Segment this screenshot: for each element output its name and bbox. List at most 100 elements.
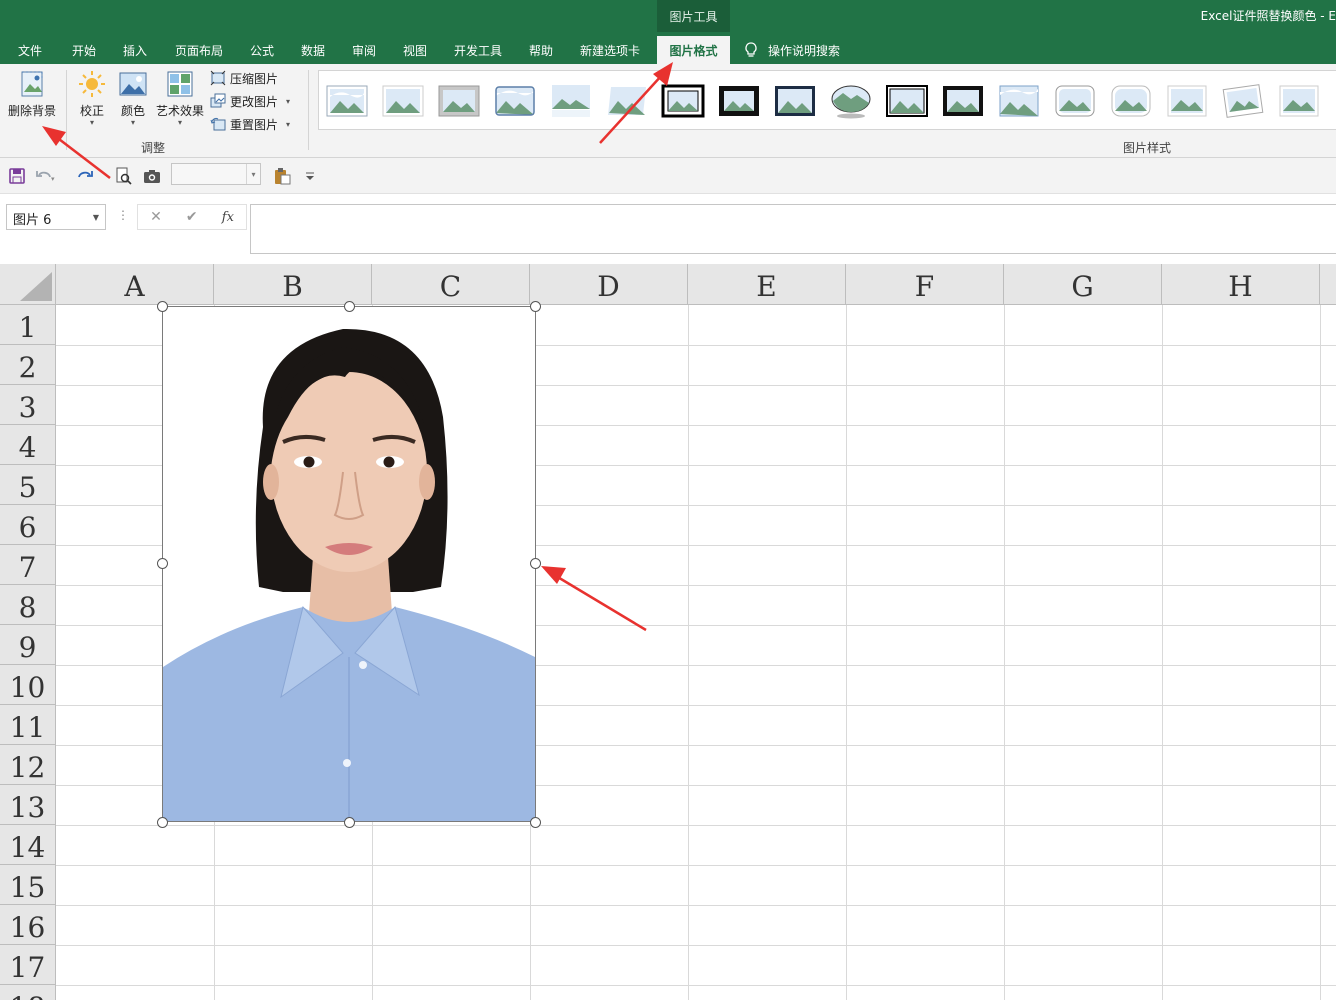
tab-help[interactable]: 帮助 <box>521 36 561 64</box>
corrections-button[interactable]: 校正 ▾ <box>78 70 106 127</box>
tab-picture-format[interactable]: 图片格式 <box>657 36 730 64</box>
artistic-effects-button[interactable]: 艺术效果 ▾ <box>156 70 204 127</box>
select-all-button[interactable] <box>0 264 56 305</box>
compress-label: 压缩图片 <box>230 71 279 86</box>
undo-icon[interactable]: ▾ <box>35 167 55 185</box>
row-header[interactable]: 6 <box>0 505 56 545</box>
row-header[interactable]: 16 <box>0 905 56 945</box>
picture-style-thumbnail[interactable] <box>549 83 593 119</box>
tab-page-layout[interactable]: 页面布局 <box>168 36 230 64</box>
formula-bar-resize-handle[interactable]: ⋮ <box>117 208 129 222</box>
resize-handle-right[interactable] <box>530 558 541 569</box>
row-header[interactable]: 10 <box>0 665 56 705</box>
reset-picture-button[interactable]: 重置图片 ▾ <box>210 114 290 134</box>
column-header[interactable]: F <box>846 264 1004 305</box>
column-header[interactable]: H <box>1162 264 1320 305</box>
picture-style-thumbnail[interactable] <box>1221 83 1265 119</box>
gridline <box>56 945 1336 946</box>
picture-style-thumbnail[interactable] <box>829 83 873 119</box>
picture-style-thumbnail[interactable] <box>381 83 425 119</box>
picture-style-thumbnail[interactable] <box>997 83 1041 119</box>
tab-developer[interactable]: 开发工具 <box>447 36 509 64</box>
selected-picture[interactable] <box>162 306 536 822</box>
tab-insert[interactable]: 插入 <box>115 36 155 64</box>
tab-new-tab[interactable]: 新建选项卡 <box>573 36 647 64</box>
ribbon: 删除背景 校正 ▾ 颜色 ▾ 艺术效果 ▾ 压缩图片 更改图片 ▾ 重置图片 ▾… <box>0 64 1336 158</box>
name-box[interactable]: 图片 6 ▼ <box>6 204 106 230</box>
column-header[interactable]: E <box>688 264 846 305</box>
column-header[interactable]: C <box>372 264 530 305</box>
gridline <box>1162 305 1163 1000</box>
column-header[interactable]: A <box>56 264 214 305</box>
column-header[interactable]: G <box>1004 264 1162 305</box>
picture-style-thumbnail[interactable] <box>325 83 369 119</box>
picture-style-thumbnail[interactable] <box>773 83 817 119</box>
resize-handle-top-right[interactable] <box>530 301 541 312</box>
paste-icon[interactable] <box>272 167 292 185</box>
row-header[interactable]: 14 <box>0 825 56 865</box>
chevron-down-icon: ▾ <box>130 118 135 127</box>
formula-buttons: ✕ ✔ fx <box>137 204 247 230</box>
resize-handle-top[interactable] <box>344 301 355 312</box>
tell-me-search[interactable]: 操作说明搜索 <box>744 36 840 64</box>
print-preview-icon[interactable] <box>114 167 134 185</box>
formula-input[interactable] <box>250 204 1336 254</box>
row-header[interactable]: 1 <box>0 305 56 345</box>
tab-data[interactable]: 数据 <box>293 36 333 64</box>
customize-qat-icon[interactable] <box>300 167 320 185</box>
save-icon[interactable] <box>7 167 27 185</box>
resize-handle-top-left[interactable] <box>157 301 168 312</box>
camera-icon[interactable] <box>142 167 162 185</box>
remove-background-icon <box>21 71 43 97</box>
row-header[interactable]: 2 <box>0 345 56 385</box>
row-header[interactable]: 9 <box>0 625 56 665</box>
picture-style-thumbnail[interactable] <box>1277 83 1321 119</box>
resize-handle-bottom-right[interactable] <box>530 817 541 828</box>
picture-style-thumbnail[interactable] <box>1053 83 1097 119</box>
picture-style-thumbnail[interactable] <box>885 83 929 119</box>
picture-style-thumbnail[interactable] <box>1109 83 1153 119</box>
row-header[interactable]: 8 <box>0 585 56 625</box>
row-header[interactable]: 11 <box>0 705 56 745</box>
row-header[interactable]: 4 <box>0 425 56 465</box>
row-header[interactable]: 12 <box>0 745 56 785</box>
tab-file[interactable]: 文件 <box>10 36 50 64</box>
picture-style-thumbnail[interactable] <box>437 83 481 119</box>
column-header[interactable]: D <box>530 264 688 305</box>
change-picture-button[interactable]: 更改图片 ▾ <box>210 91 290 111</box>
redo-icon[interactable] <box>74 167 94 185</box>
row-header[interactable]: 15 <box>0 865 56 905</box>
tab-formulas[interactable]: 公式 <box>242 36 282 64</box>
resize-handle-bottom-left[interactable] <box>157 817 168 828</box>
row-header[interactable]: 3 <box>0 385 56 425</box>
row-header[interactable]: 5 <box>0 465 56 505</box>
picture-style-thumbnail[interactable] <box>605 83 649 119</box>
insert-function-button[interactable]: fx <box>222 210 234 225</box>
qat-combo-box[interactable]: ▾ <box>171 163 261 185</box>
picture-style-thumbnail[interactable] <box>717 83 761 119</box>
tab-home[interactable]: 开始 <box>64 36 104 64</box>
remove-background-label: 删除背景 <box>8 104 57 118</box>
remove-background-button[interactable]: 删除背景 <box>8 70 56 119</box>
picture-style-thumbnail[interactable] <box>941 83 985 119</box>
color-button[interactable]: 颜色 ▾ <box>119 70 147 127</box>
row-header[interactable]: 18 <box>0 985 56 1000</box>
column-header[interactable]: B <box>214 264 372 305</box>
compress-icon <box>210 70 226 86</box>
cancel-icon[interactable]: ✕ <box>150 209 162 225</box>
resize-handle-bottom[interactable] <box>344 817 355 828</box>
tab-review[interactable]: 审阅 <box>344 36 384 64</box>
compress-pictures-button[interactable]: 压缩图片 <box>210 68 278 88</box>
row-header[interactable]: 17 <box>0 945 56 985</box>
picture-style-thumbnail[interactable] <box>493 83 537 119</box>
picture-style-thumbnail[interactable] <box>1165 83 1209 119</box>
enter-icon[interactable]: ✔ <box>186 209 198 225</box>
column-header[interactable] <box>1320 264 1336 305</box>
resize-handle-left[interactable] <box>157 558 168 569</box>
picture-style-thumbnail[interactable] <box>661 83 705 119</box>
chevron-down-icon: ▾ <box>286 119 291 129</box>
row-header[interactable]: 13 <box>0 785 56 825</box>
row-header[interactable]: 7 <box>0 545 56 585</box>
adjust-group-label: 调整 <box>141 141 166 155</box>
tab-view[interactable]: 视图 <box>395 36 435 64</box>
